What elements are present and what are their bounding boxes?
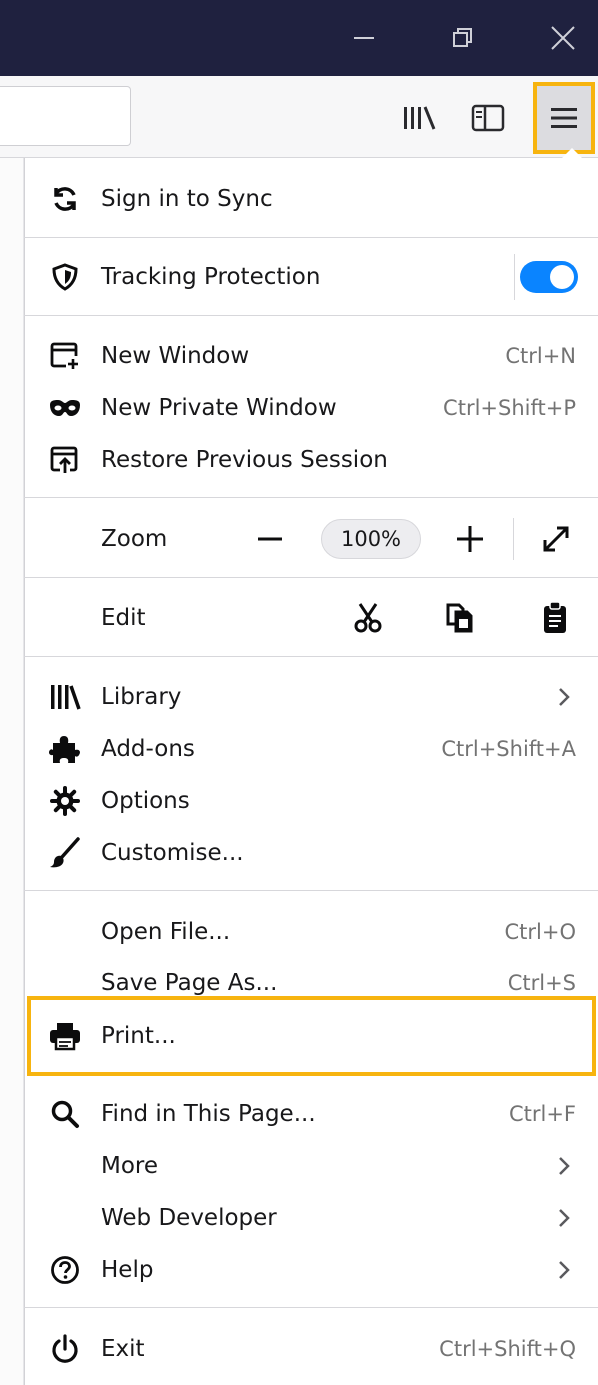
hamburger-menu-icon[interactable] xyxy=(533,82,595,154)
menu-item-label: Restore Previous Session xyxy=(101,447,388,473)
page-background xyxy=(0,158,24,1385)
menu-item-label: Tracking Protection xyxy=(101,264,321,290)
menu-item-web-developer[interactable]: Web Developer xyxy=(24,1193,598,1243)
sidebar-icon[interactable] xyxy=(466,96,510,140)
menu-item-label: Find in This Page... xyxy=(101,1101,316,1127)
menu-item-options[interactable]: Options xyxy=(24,776,598,826)
menu-item-edit: Edit xyxy=(24,593,598,643)
menu-item-label: Sign in to Sync xyxy=(101,186,273,212)
menu-item-new-window[interactable]: New Window Ctrl+N xyxy=(24,331,598,381)
menu-item-open-file[interactable]: Open File... Ctrl+O xyxy=(24,907,598,957)
menu-item-label: Zoom xyxy=(101,526,168,552)
sync-icon xyxy=(48,182,82,216)
menu-item-more[interactable]: More xyxy=(24,1141,598,1191)
puzzle-piece-icon xyxy=(48,732,82,766)
divider xyxy=(513,518,514,560)
print-highlight-box xyxy=(27,996,596,1076)
close-icon[interactable] xyxy=(543,18,583,58)
separator xyxy=(24,890,598,891)
menu-item-shortcut: Ctrl+F xyxy=(508,1102,576,1126)
panel-arrow xyxy=(561,148,583,159)
toggle-knob xyxy=(550,265,574,289)
chevron-right-icon xyxy=(559,1261,570,1279)
menu-item-label: Web Developer xyxy=(101,1205,277,1231)
url-bar[interactable] xyxy=(0,86,131,146)
menu-item-label: Help xyxy=(101,1257,154,1283)
menu-item-sign-in-sync[interactable]: Sign in to Sync xyxy=(24,174,598,224)
fullscreen-button[interactable] xyxy=(536,519,576,559)
zoom-out-button[interactable] xyxy=(250,519,290,559)
menu-item-new-private-window[interactable]: New Private Window Ctrl+Shift+P xyxy=(24,383,598,433)
menu-item-label: New Window xyxy=(101,343,250,369)
menu-item-shortcut: Ctrl+O xyxy=(504,920,577,944)
menu-item-label: Save Page As... xyxy=(101,970,278,996)
menu-item-library[interactable]: Library xyxy=(24,672,598,722)
menu-item-shortcut: Ctrl+Shift+Q xyxy=(439,1337,576,1361)
zoom-in-button[interactable] xyxy=(450,519,490,559)
menu-item-help[interactable]: Help xyxy=(24,1245,598,1295)
navigation-toolbar xyxy=(0,76,598,158)
menu-item-shortcut: Ctrl+Shift+A xyxy=(441,737,576,761)
new-window-icon xyxy=(48,339,82,373)
separator xyxy=(24,656,598,657)
menu-item-label: Add-ons xyxy=(101,736,195,762)
menu-item-label: New Private Window xyxy=(101,395,337,421)
menu-item-tracking-protection[interactable]: Tracking Protection xyxy=(24,252,598,302)
menu-item-label: More xyxy=(101,1153,159,1179)
library-icon[interactable] xyxy=(397,96,441,140)
menu-item-customise[interactable]: Customise... xyxy=(24,828,598,878)
separator xyxy=(24,1307,598,1308)
menu-item-shortcut: Ctrl+N xyxy=(505,344,576,368)
menu-item-shortcut: Ctrl+Shift+P xyxy=(443,396,576,420)
menu-item-add-ons[interactable]: Add-ons Ctrl+Shift+A xyxy=(24,724,598,774)
menu-item-exit[interactable]: Exit Ctrl+Shift+Q xyxy=(24,1324,598,1374)
library-icon xyxy=(48,680,82,714)
menu-item-label: Exit xyxy=(101,1336,145,1362)
menu-item-label: Open File... xyxy=(101,919,231,945)
separator xyxy=(24,497,598,498)
gear-icon xyxy=(48,784,82,818)
title-bar xyxy=(0,0,598,76)
restore-icon[interactable] xyxy=(443,18,483,58)
power-icon xyxy=(48,1332,82,1366)
menu-item-label: Customise... xyxy=(101,840,244,866)
chevron-right-icon xyxy=(559,1209,570,1227)
paintbrush-icon xyxy=(48,836,82,870)
tracking-protection-toggle[interactable] xyxy=(520,261,578,293)
menu-item-shortcut: Ctrl+S xyxy=(507,971,576,995)
chevron-right-icon xyxy=(559,1157,570,1175)
chevron-right-icon xyxy=(559,688,570,706)
help-icon xyxy=(48,1253,82,1287)
menu-item-label: Library xyxy=(101,684,182,710)
divider xyxy=(514,254,515,300)
cut-button[interactable] xyxy=(348,598,388,638)
menu-item-restore-session[interactable]: Restore Previous Session xyxy=(24,435,598,485)
private-mask-icon xyxy=(48,391,82,425)
restore-session-icon xyxy=(48,443,82,477)
paste-button[interactable] xyxy=(535,598,575,638)
menu-item-zoom: Zoom 100% xyxy=(24,514,598,564)
menu-item-find[interactable]: Find in This Page... Ctrl+F xyxy=(24,1089,598,1139)
zoom-reset-button[interactable]: 100% xyxy=(321,519,421,559)
menu-item-label: Edit xyxy=(101,605,146,631)
separator xyxy=(24,577,598,578)
separator xyxy=(24,315,598,316)
copy-button[interactable] xyxy=(439,598,479,638)
minimize-icon[interactable] xyxy=(344,18,384,58)
separator xyxy=(24,237,598,238)
shield-icon xyxy=(48,260,82,294)
search-icon xyxy=(48,1097,82,1131)
menu-item-label: Options xyxy=(101,788,190,814)
